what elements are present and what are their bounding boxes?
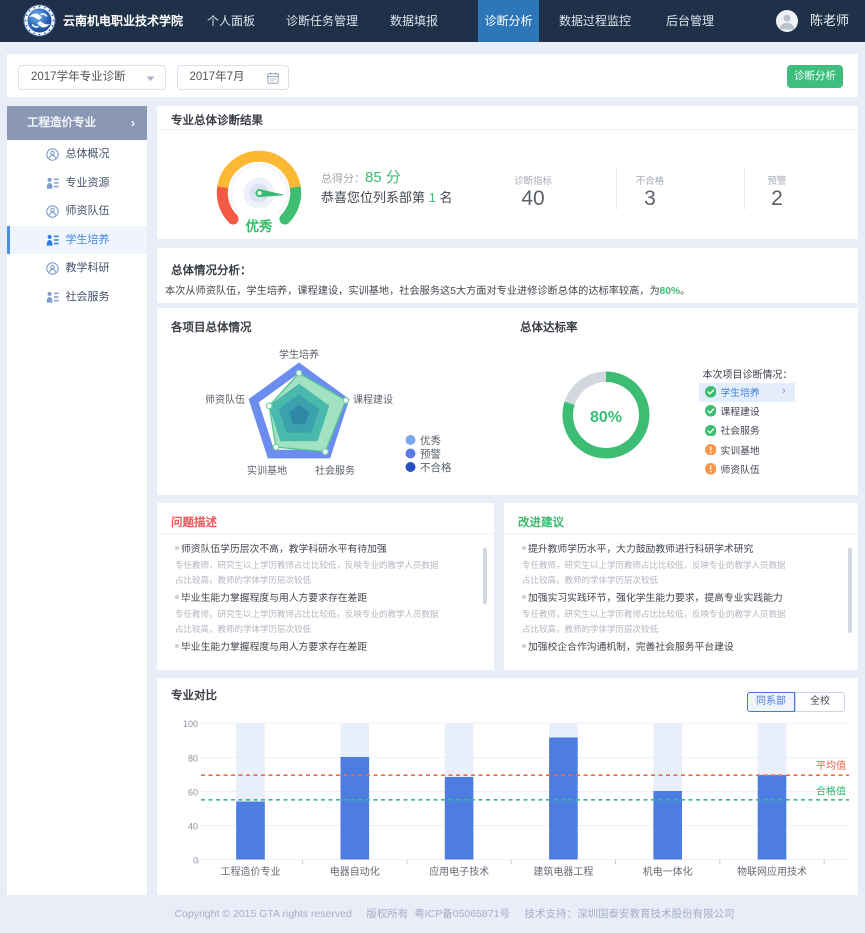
- svg-text:物联网应用技术: 物联网应用技术: [737, 865, 807, 878]
- svg-text:0: 0: [193, 856, 198, 866]
- svg-text:社会服务: 社会服务: [315, 464, 355, 477]
- svg-text:课程建设: 课程建设: [353, 393, 393, 406]
- svg-text:100: 100: [183, 719, 198, 729]
- svg-text:机电一体化: 机电一体化: [643, 865, 693, 878]
- svg-text:合格值: 合格值: [816, 785, 846, 798]
- svg-text:建筑电器工程: 建筑电器工程: [533, 865, 593, 878]
- svg-text:80: 80: [188, 754, 198, 764]
- svg-text:应用电子技术: 应用电子技术: [429, 865, 489, 878]
- svg-text:平均值: 平均值: [816, 759, 846, 772]
- svg-text:电器自动化: 电器自动化: [330, 865, 380, 878]
- svg-text:40: 40: [188, 822, 198, 832]
- svg-text:不合格: 不合格: [420, 461, 452, 474]
- svg-text:实训基地: 实训基地: [247, 464, 287, 477]
- svg-text:预警: 预警: [420, 448, 441, 461]
- svg-text:优秀: 优秀: [245, 218, 272, 234]
- svg-text:工程造价专业: 工程造价专业: [221, 865, 281, 878]
- svg-text:学生培养: 学生培养: [279, 348, 319, 361]
- svg-text:60: 60: [188, 788, 198, 798]
- svg-text:80%: 80%: [590, 409, 622, 426]
- svg-text:优秀: 优秀: [420, 434, 441, 447]
- svg-text:师资队伍: 师资队伍: [205, 393, 245, 406]
